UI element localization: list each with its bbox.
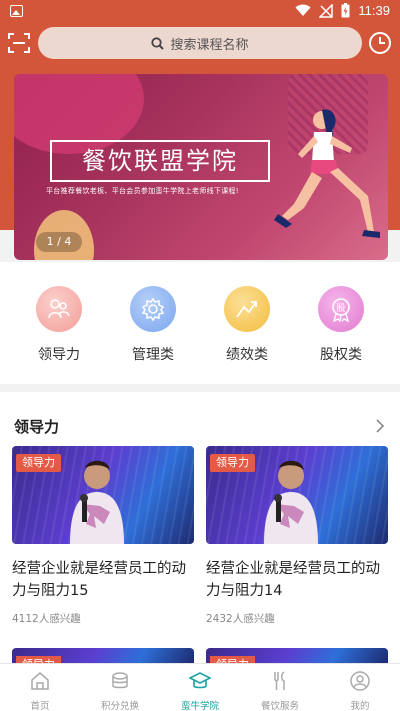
tab-label: 我的	[350, 701, 370, 711]
status-time: 11:39	[358, 3, 390, 18]
tab-label: 餐饮服务	[260, 701, 299, 711]
leadership-section: 领导力 领导力 经营企业就是经营员工的动力与阻力15 4112人感兴趣 领导力 …	[0, 392, 400, 664]
category-performance[interactable]: 绩效类	[212, 286, 282, 364]
banner-subtitle: 平台推荐餐饮老板、平台会员参加蛮牛学院上老师线下课程!	[46, 187, 239, 195]
section-title: 领导力	[14, 418, 60, 436]
category-management[interactable]: 管理类	[118, 286, 188, 364]
next-row-preview: 领导力 领导力	[0, 648, 400, 664]
speaker-image	[264, 460, 318, 544]
speaker-image	[70, 460, 124, 544]
course-card[interactable]: 领导力 经营企业就是经营员工的动力与阻力14 2432人感兴趣	[206, 446, 388, 626]
profile-icon	[350, 671, 370, 691]
runner-illustration	[274, 109, 380, 238]
chevron-right-icon[interactable]	[374, 418, 386, 434]
coins-icon	[112, 672, 128, 689]
tab-home[interactable]: 首页	[0, 664, 80, 711]
search-placeholder: 搜索课程名称	[170, 37, 249, 53]
trend-icon	[224, 286, 270, 332]
status-icons: 11:39	[295, 3, 390, 18]
tab-label: 积分兑换	[100, 701, 139, 711]
course-interest-count: 2432人感兴趣	[206, 613, 275, 625]
svg-text:股: 股	[336, 303, 345, 314]
gear-icon	[130, 286, 176, 332]
tab-label: 蛮牛学院	[180, 701, 219, 711]
course-title: 经营企业就是经营员工的动力与阻力14	[206, 561, 380, 599]
bottom-tab-bar: 首页 积分兑换 蛮牛学院 餐饮服务 我的	[0, 663, 400, 711]
battery-charging-icon	[341, 3, 350, 18]
course-interest-count: 4112人感兴趣	[12, 613, 81, 625]
course-thumbnail: 领导力	[12, 446, 194, 544]
academy-icon	[188, 672, 212, 689]
course-card[interactable]: 领导力	[206, 648, 388, 664]
wifi-icon	[295, 4, 311, 16]
search-input[interactable]: 搜索课程名称	[38, 27, 362, 59]
course-tag: 领导力	[16, 454, 61, 472]
search-icon	[151, 36, 165, 50]
category-label: 领导力	[38, 347, 80, 363]
tab-academy[interactable]: 蛮牛学院	[160, 664, 240, 711]
category-grid: 领导力 管理类 绩效类 股 股权类	[0, 262, 400, 384]
category-leadership[interactable]: 领导力	[24, 286, 94, 364]
gallery-notification-icon	[10, 5, 23, 17]
leader-icon	[36, 286, 82, 332]
category-equity[interactable]: 股 股权类	[306, 286, 376, 364]
badge-icon: 股	[318, 286, 364, 332]
course-card[interactable]: 领导力 经营企业就是经营员工的动力与阻力15 4112人感兴趣	[12, 446, 194, 626]
home-icon	[31, 672, 49, 690]
carousel-indicator: 1 / 4	[36, 232, 82, 252]
tab-catering-service[interactable]: 餐饮服务	[240, 664, 320, 711]
tab-points-exchange[interactable]: 积分兑换	[80, 664, 160, 711]
status-bar: 11:39	[0, 0, 400, 24]
category-label: 管理类	[132, 347, 174, 363]
course-title: 经营企业就是经营员工的动力与阻力15	[12, 561, 186, 599]
tab-label: 首页	[30, 701, 50, 711]
scan-icon[interactable]	[8, 32, 30, 54]
banner-carousel[interactable]: 餐饮联盟学院 平台推荐餐饮老板、平台会员参加蛮牛学院上老师线下课程! 1 / 4	[14, 74, 388, 260]
tab-profile[interactable]: 我的	[320, 664, 400, 711]
history-clock-icon[interactable]	[368, 31, 392, 55]
course-thumbnail: 领导力	[206, 446, 388, 544]
utensils-icon	[274, 671, 285, 690]
category-label: 股权类	[320, 347, 362, 363]
course-card[interactable]: 领导力	[12, 648, 194, 664]
app-header: 搜索课程名称	[0, 26, 400, 60]
banner-title: 餐饮联盟学院	[50, 140, 270, 182]
no-signal-icon	[319, 3, 334, 18]
category-label: 绩效类	[226, 347, 268, 363]
course-tag: 领导力	[210, 454, 255, 472]
